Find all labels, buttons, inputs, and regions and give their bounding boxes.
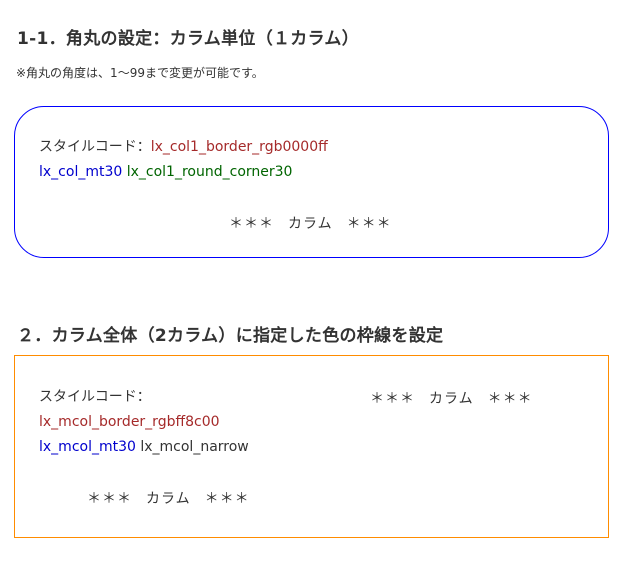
- style-code-line-1: スタイルコード：lx_col1_border_rgb0000ff: [39, 138, 328, 156]
- style-code-line-2: lx_mcol_mt30 lx_mcol_narrow: [39, 438, 249, 456]
- class-narrow: lx_mcol_narrow: [140, 439, 249, 455]
- stars-left: ＊＊＊: [370, 391, 415, 407]
- style-code-label: スタイルコード：: [39, 139, 151, 155]
- class-round: lx_col1_round_corner30: [126, 164, 293, 180]
- style-code-label: スタイルコード：: [39, 389, 151, 405]
- section1-note: ※角丸の角度は、1～99まで変更が可能です。: [16, 66, 264, 80]
- stars-right: ＊＊＊: [487, 391, 533, 407]
- section2-heading: ２．カラム全体（2カラム）に指定した色の枠線を設定: [17, 326, 444, 346]
- style-code-label-line: スタイルコード：: [39, 388, 151, 406]
- section1-heading: 1-1．角丸の設定：カラム単位（１カラム）: [17, 29, 359, 49]
- style-code-line-1: lx_mcol_border_rgbff8c00: [39, 413, 220, 431]
- class-border: lx_mcol_border_rgbff8c00: [39, 414, 220, 430]
- column-label: カラム: [288, 216, 333, 232]
- column-placeholder: ＊＊＊ カラム ＊＊＊: [229, 213, 392, 233]
- right-column-placeholder: ＊＊＊ カラム ＊＊＊: [370, 388, 533, 408]
- stars-right: ＊＊＊: [204, 491, 250, 507]
- stars-left: ＊＊＊: [229, 216, 274, 232]
- column-label: カラム: [429, 391, 474, 407]
- style-code-line-2: lx_col_mt30 lx_col1_round_corner30: [39, 163, 292, 181]
- column-label: カラム: [146, 491, 191, 507]
- class-margin: lx_col_mt30: [39, 164, 123, 180]
- bordered-two-column-box: スタイルコード： lx_mcol_border_rgbff8c00 lx_mco…: [14, 355, 609, 538]
- class-border: lx_col1_border_rgb0000ff: [150, 139, 328, 155]
- class-margin: lx_mcol_mt30: [39, 439, 136, 455]
- left-column-placeholder: ＊＊＊ カラム ＊＊＊: [87, 488, 250, 508]
- stars-right: ＊＊＊: [346, 216, 392, 232]
- rounded-column-box: スタイルコード：lx_col1_border_rgb0000ff lx_col_…: [14, 106, 609, 258]
- stars-left: ＊＊＊: [87, 491, 132, 507]
